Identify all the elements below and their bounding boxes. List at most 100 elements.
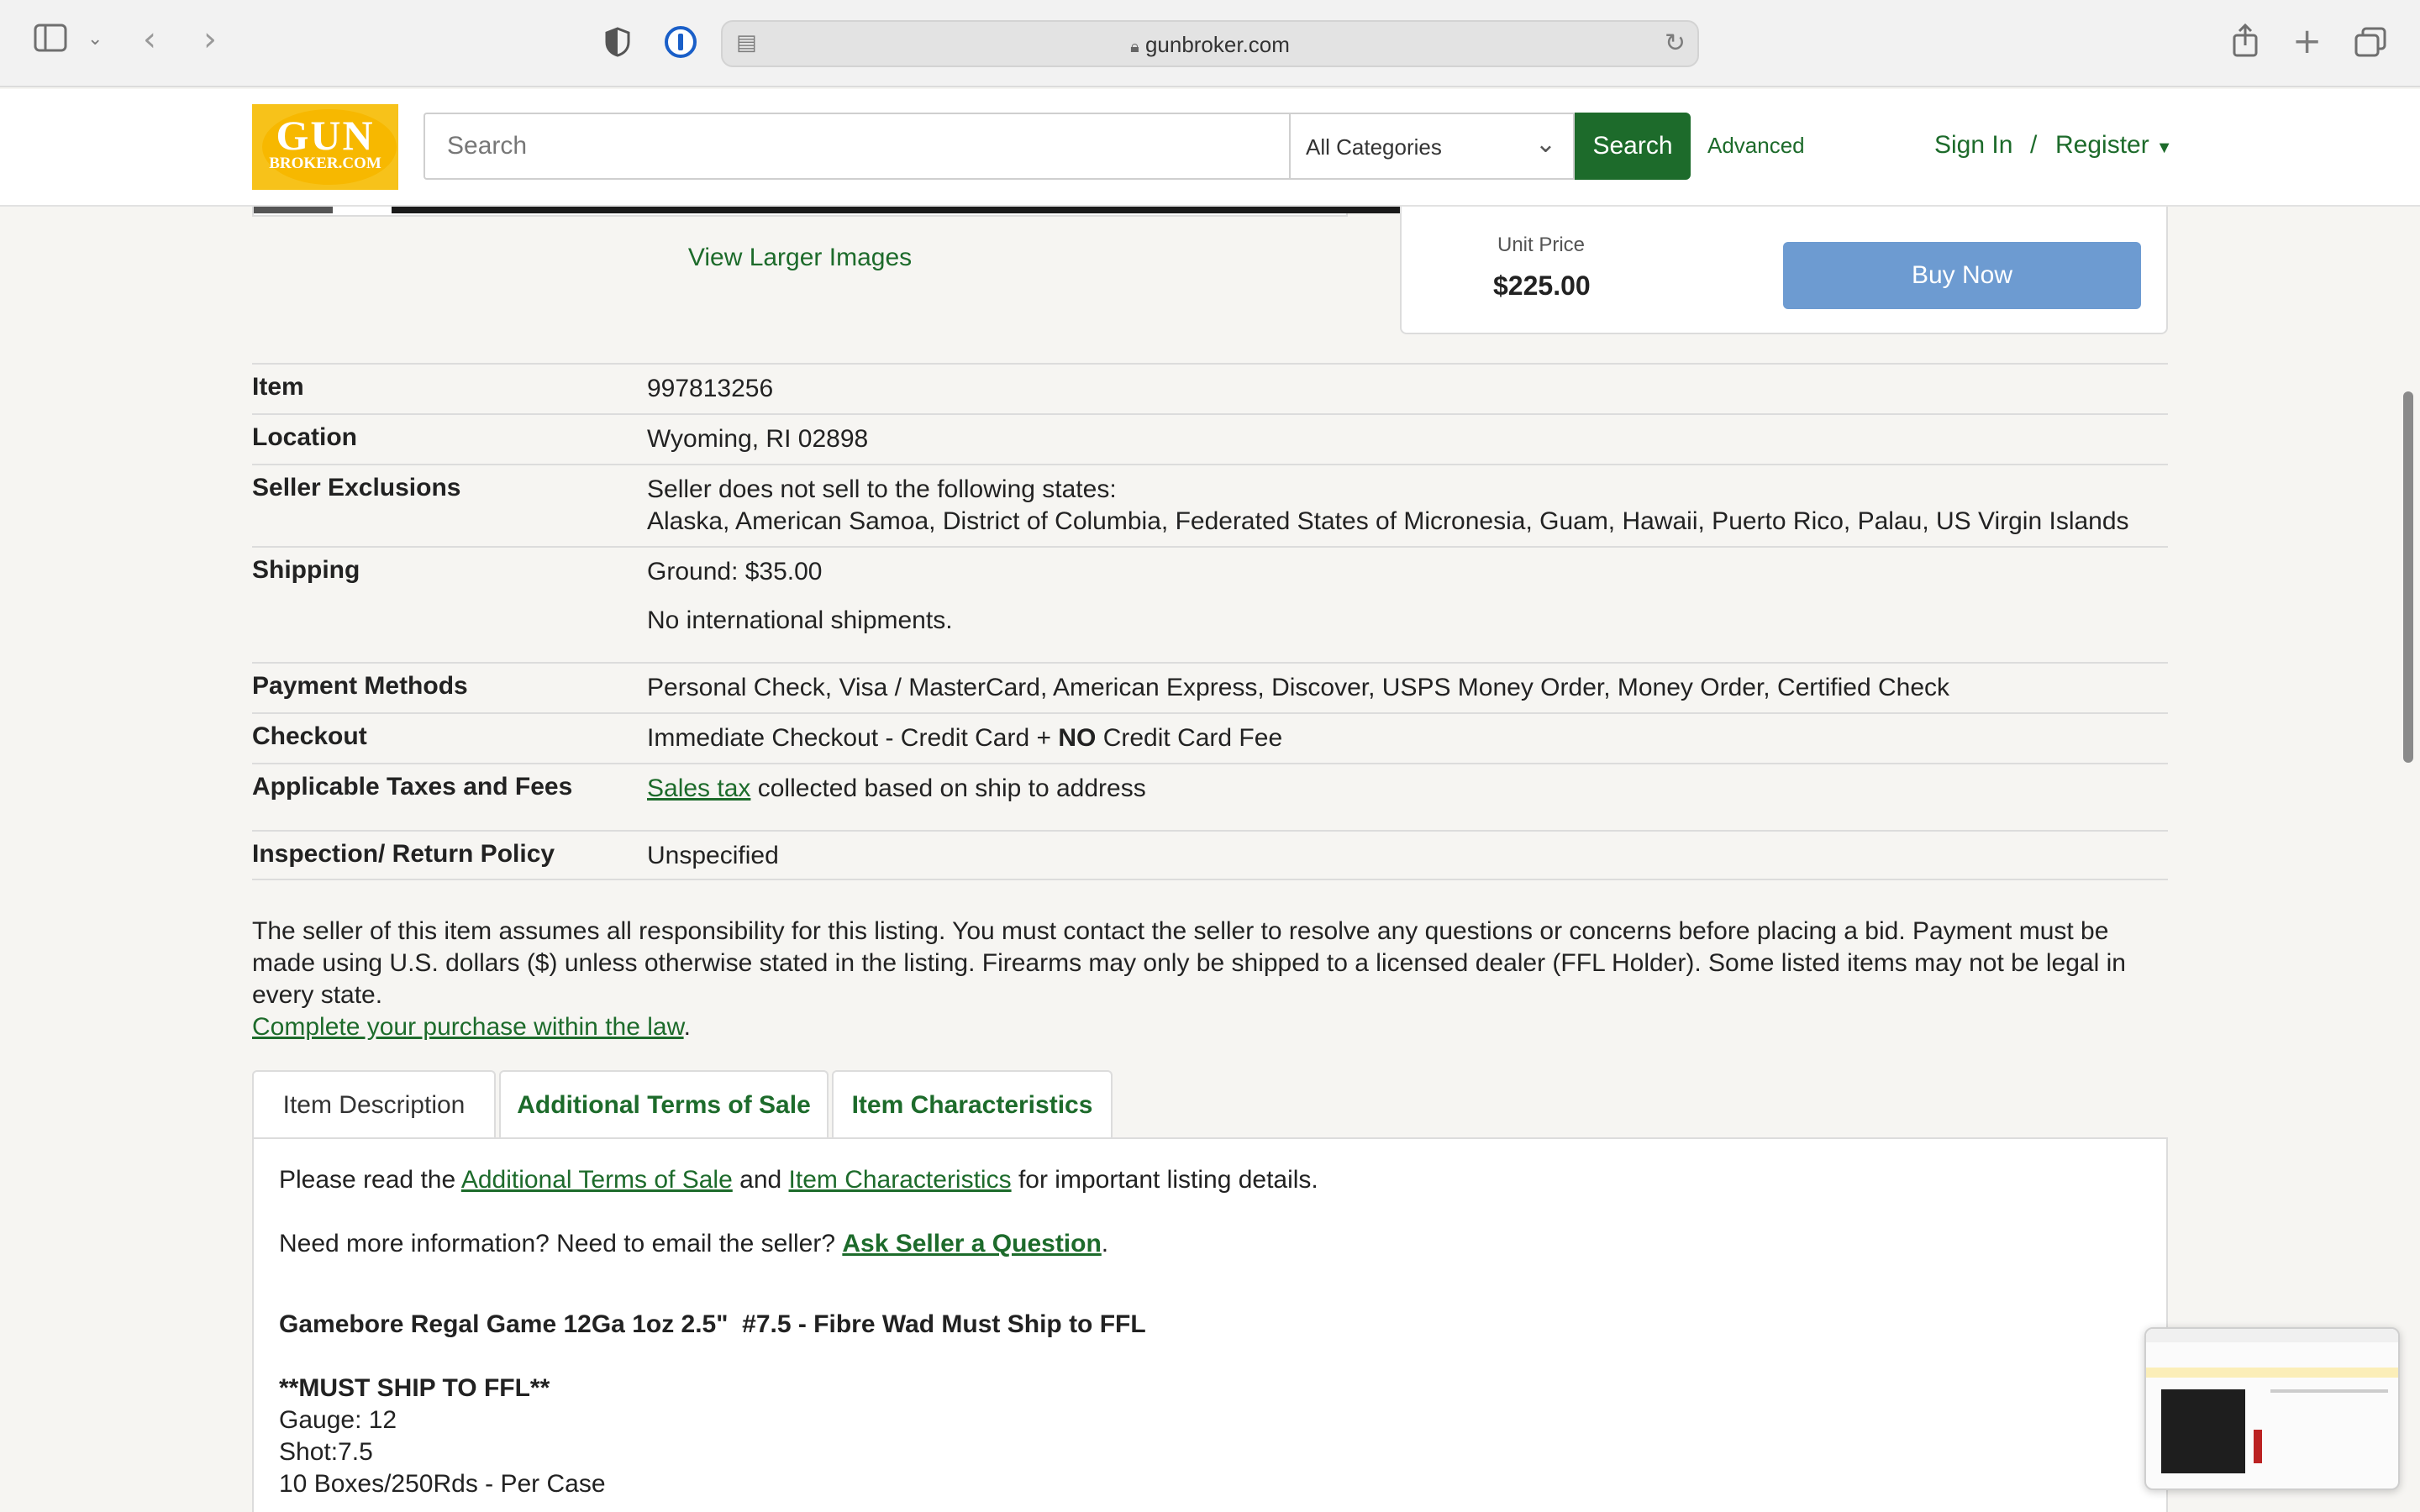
gunbroker-logo[interactable]: GUN BROKER.COM bbox=[252, 104, 398, 190]
shipping-value: Ground: $35.00 No international shipment… bbox=[647, 556, 953, 637]
detail-row-location: Location Wyoming, RI 02898 bbox=[252, 413, 2168, 464]
taxes-text: collected based on ship to address bbox=[750, 774, 1146, 802]
page-preview-thumbnail[interactable] bbox=[2144, 1327, 2400, 1490]
listing-details-table: Item 997813256 Location Wyoming, RI 0289… bbox=[252, 363, 2168, 880]
reload-icon[interactable]: ↻ bbox=[1665, 29, 1686, 58]
ask-seller-line: Need more information? Need to email the… bbox=[279, 1228, 1108, 1260]
price-card: Unit Price $225.00 Buy Now bbox=[1400, 207, 2168, 334]
ask-seller-link[interactable]: Ask Seller a Question bbox=[842, 1230, 1101, 1257]
thumbnail-header bbox=[2146, 1329, 2398, 1342]
tab-item-characteristics[interactable]: Item Characteristics bbox=[832, 1070, 1113, 1141]
detail-label: Applicable Taxes and Fees bbox=[252, 773, 573, 801]
thumbnail-product-image bbox=[2161, 1389, 2245, 1473]
thumbnail-banner bbox=[2146, 1368, 2398, 1378]
sign-in-link[interactable]: Sign In bbox=[1934, 131, 2012, 160]
additional-terms-link[interactable]: Additional Terms of Sale bbox=[461, 1166, 733, 1194]
detail-label: Shipping bbox=[252, 556, 360, 584]
forward-arrow-icon[interactable]: › bbox=[203, 20, 217, 59]
read-terms-line: Please read the Additional Terms of Sale… bbox=[279, 1164, 1318, 1196]
sidebar-toggle-icon[interactable] bbox=[34, 24, 67, 55]
view-larger-images-link[interactable]: View Larger Images bbox=[0, 244, 1600, 272]
logo-text-top: GUN bbox=[276, 112, 375, 159]
share-icon[interactable] bbox=[2232, 23, 2259, 60]
case-spec: 10 Boxes/250Rds - Per Case bbox=[279, 1470, 606, 1498]
url-display: 🔒︎ gunbroker.com bbox=[723, 32, 1697, 58]
register-link[interactable]: Register ▼ bbox=[2055, 131, 2173, 160]
thumbnail-accent bbox=[2254, 1430, 2262, 1463]
header-separator: / bbox=[2030, 131, 2038, 159]
listing-image-frame bbox=[252, 207, 1484, 217]
detail-label: Inspection/ Return Policy bbox=[252, 840, 555, 868]
exclusions-value: Seller does not sell to the following st… bbox=[647, 474, 2129, 538]
thumbnail-strip bbox=[254, 207, 333, 213]
taxes-value: Sales tax collected based on ship to add… bbox=[647, 773, 1146, 805]
main-listing-image[interactable] bbox=[392, 207, 1484, 213]
location-value: Wyoming, RI 02898 bbox=[647, 425, 869, 453]
search-input[interactable] bbox=[424, 113, 1289, 180]
register-label: Register bbox=[2055, 131, 2149, 159]
checkout-text-end: Credit Card Fee bbox=[1096, 724, 1283, 752]
must-ship-notice: **MUST SHIP TO FFL** bbox=[279, 1374, 550, 1402]
lock-icon: 🔒︎ bbox=[1130, 38, 1139, 56]
detail-row-payment: Payment Methods Personal Check, Visa / M… bbox=[252, 662, 2168, 712]
browser-toolbar: ⌄ ‹ › ▤ 🔒︎ gunbroker.com ↻ + bbox=[0, 0, 2420, 87]
purchase-law-link[interactable]: Complete your purchase within the law bbox=[252, 1013, 684, 1041]
caret-down-icon: ▼ bbox=[2155, 139, 2173, 157]
read-terms-end: for important listing details. bbox=[1011, 1166, 1318, 1194]
return-policy-value: Unspecified bbox=[647, 842, 779, 869]
checkout-value: Immediate Checkout - Credit Card + NO Cr… bbox=[647, 722, 1282, 754]
sales-tax-link[interactable]: Sales tax bbox=[647, 774, 750, 802]
read-terms-and: and bbox=[732, 1166, 789, 1194]
product-title: Gamebore Regal Game 12Ga 1oz 2.5" #7.5 -… bbox=[279, 1310, 1146, 1338]
detail-row-taxes: Applicable Taxes and Fees Sales tax coll… bbox=[252, 763, 2168, 830]
seller-disclaimer: The seller of this item assumes all resp… bbox=[252, 916, 2168, 1043]
item-description-panel: Please read the Additional Terms of Sale… bbox=[252, 1137, 2168, 1512]
url-text: gunbroker.com bbox=[1144, 32, 1290, 57]
category-select-value: All Categories bbox=[1306, 134, 1442, 160]
exclusions-states: Alaska, American Samoa, District of Colu… bbox=[647, 507, 2129, 535]
advanced-search-link[interactable]: Advanced bbox=[1707, 133, 1805, 159]
disclaimer-text: The seller of this item assumes all resp… bbox=[252, 917, 2126, 1009]
address-bar[interactable]: ▤ 🔒︎ gunbroker.com ↻ bbox=[721, 20, 1699, 67]
detail-row-return: Inspection/ Return Policy Unspecified bbox=[252, 830, 2168, 880]
ask-seller-text: Need more information? Need to email the… bbox=[279, 1230, 843, 1257]
detail-label: Payment Methods bbox=[252, 672, 468, 700]
privacy-shield-icon[interactable] bbox=[605, 27, 630, 60]
page-scrollbar[interactable] bbox=[2403, 391, 2413, 763]
shot-spec: Shot:7.5 bbox=[279, 1438, 373, 1466]
tab-additional-terms[interactable]: Additional Terms of Sale bbox=[499, 1070, 829, 1141]
checkout-no: NO bbox=[1058, 724, 1097, 752]
shipping-international: No international shipments. bbox=[647, 606, 953, 634]
logo-text-bottom: BROKER.COM bbox=[269, 155, 381, 172]
detail-row-checkout: Checkout Immediate Checkout - Credit Car… bbox=[252, 712, 2168, 763]
exclusions-intro: Seller does not sell to the following st… bbox=[647, 475, 1117, 503]
detail-row-shipping: Shipping Ground: $35.00 No international… bbox=[252, 546, 2168, 662]
search-button[interactable]: Search bbox=[1575, 113, 1691, 180]
tab-overview-icon[interactable] bbox=[2354, 27, 2386, 60]
read-terms-text: Please read the bbox=[279, 1166, 461, 1194]
detail-row-item: Item 997813256 bbox=[252, 363, 2168, 413]
ask-seller-end: . bbox=[1101, 1230, 1109, 1257]
new-tab-icon[interactable]: + bbox=[2292, 20, 2322, 61]
shipping-ground: Ground: $35.00 bbox=[647, 558, 823, 585]
tab-item-description[interactable]: Item Description bbox=[252, 1070, 496, 1141]
unit-price-value: $225.00 bbox=[1493, 270, 1591, 301]
buy-now-button[interactable]: Buy Now bbox=[1783, 242, 2141, 309]
back-arrow-icon[interactable]: ‹ bbox=[143, 20, 156, 59]
category-select[interactable]: All Categories ⌄ bbox=[1289, 113, 1575, 180]
payment-methods: Personal Check, Visa / MasterCard, Ameri… bbox=[647, 674, 1950, 701]
detail-row-exclusions: Seller Exclusions Seller does not sell t… bbox=[252, 464, 2168, 546]
detail-label: Item bbox=[252, 373, 304, 401]
item-characteristics-link[interactable]: Item Characteristics bbox=[789, 1166, 1012, 1194]
chevron-down-icon[interactable]: ⌄ bbox=[87, 29, 103, 50]
gauge-spec: Gauge: 12 bbox=[279, 1406, 397, 1434]
chevron-down-icon: ⌄ bbox=[1534, 130, 1556, 158]
checkout-text: Immediate Checkout - Credit Card + bbox=[647, 724, 1059, 752]
detail-label: Checkout bbox=[252, 722, 367, 750]
item-number: 997813256 bbox=[647, 375, 774, 402]
disclaimer-end: . bbox=[683, 1013, 691, 1041]
password-manager-icon[interactable] bbox=[664, 25, 697, 62]
unit-price-label: Unit Price bbox=[1497, 234, 1586, 256]
thumbnail-text-line bbox=[2270, 1389, 2388, 1393]
detail-label: Seller Exclusions bbox=[252, 474, 461, 501]
